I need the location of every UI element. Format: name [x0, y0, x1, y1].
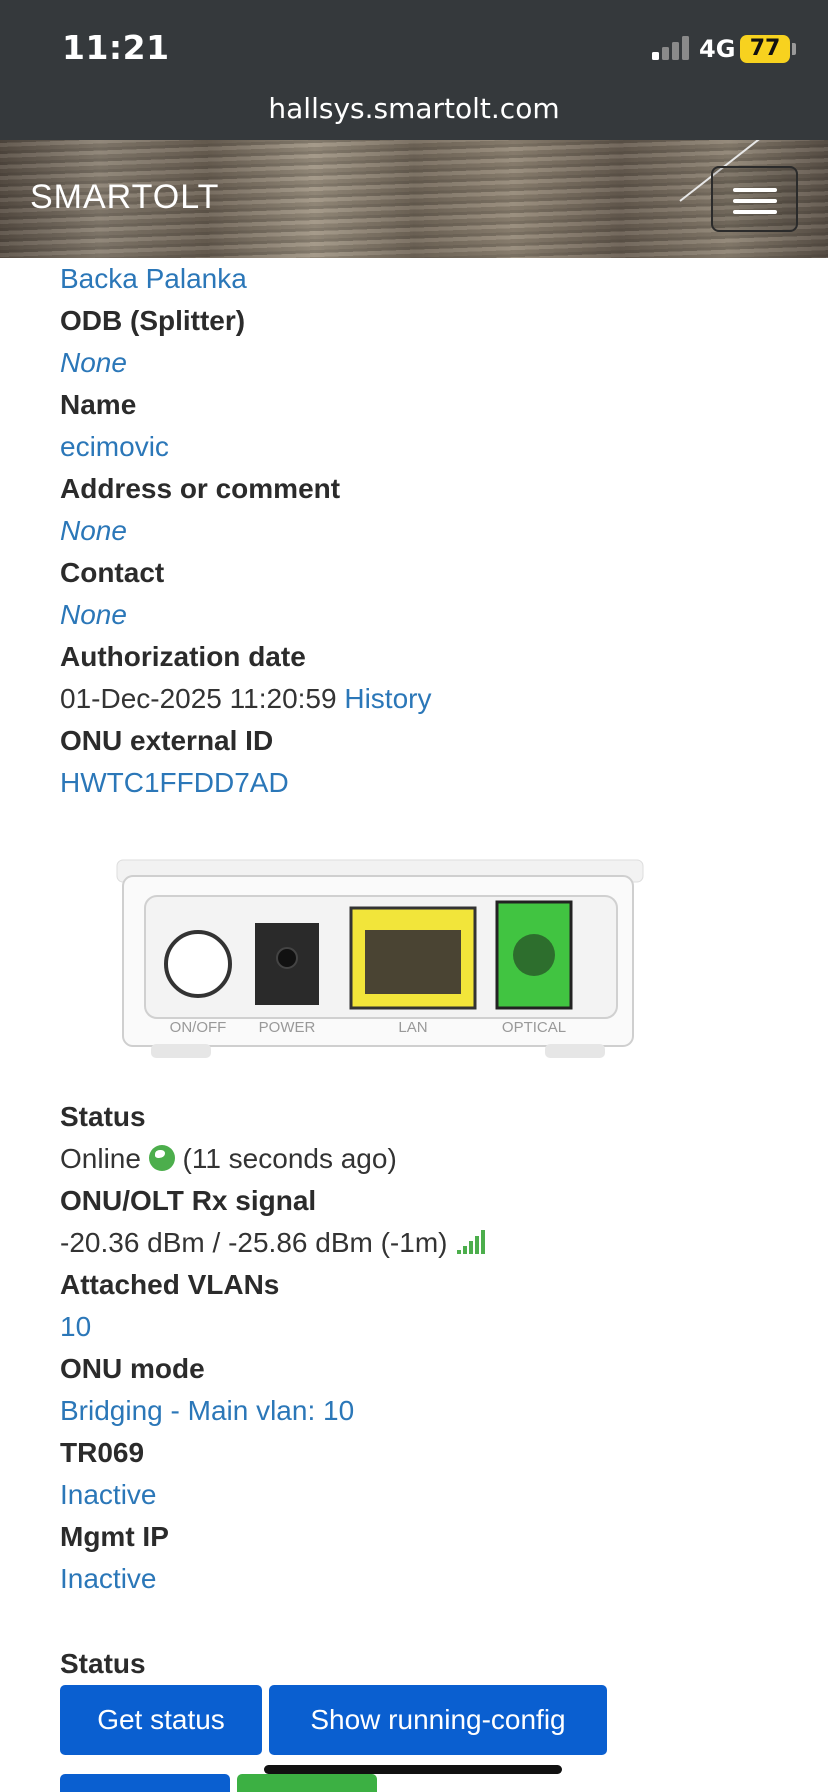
- status-ago: (11 seconds ago): [182, 1143, 397, 1174]
- history-link[interactable]: History: [344, 683, 431, 714]
- onu-details: Backa Palanka ODB (Splitter) None Name e…: [60, 258, 800, 804]
- mgmt-ip-value[interactable]: Inactive: [60, 1558, 800, 1600]
- tr069-label: TR069: [60, 1437, 145, 1468]
- signal-label: ONU/OLT Rx signal: [60, 1185, 317, 1216]
- odb-label: ODB (Splitter): [60, 305, 246, 336]
- external-id-value[interactable]: HWTC1FFDD7AD: [60, 762, 800, 804]
- contact-label: Contact: [60, 557, 165, 588]
- get-status-button[interactable]: Get status: [60, 1685, 262, 1755]
- status-label: Status: [60, 1101, 146, 1132]
- name-label: Name: [60, 389, 137, 420]
- home-indicator[interactable]: [264, 1765, 562, 1774]
- onu-mode-value[interactable]: Bridging - Main vlan: 10: [60, 1390, 800, 1432]
- vlans-value[interactable]: 10: [60, 1306, 800, 1348]
- onu-mode-label: ONU mode: [60, 1353, 205, 1384]
- auth-date-value: 01-Dec-2025 11:20:59: [60, 683, 337, 714]
- signal-row: -20.36 dBm / -25.86 dBm (-1m): [60, 1222, 800, 1264]
- status-value: Online: [60, 1143, 141, 1174]
- port-label-onoff: ON/OFF: [170, 1019, 227, 1036]
- contact-value[interactable]: None: [60, 594, 800, 636]
- port-label-lan: LAN: [398, 1019, 427, 1036]
- address-value[interactable]: None: [60, 510, 800, 552]
- cellular-signal-icon: [652, 34, 692, 60]
- zone-value[interactable]: Backa Palanka: [60, 258, 800, 300]
- tr069-value[interactable]: Inactive: [60, 1474, 800, 1516]
- port-label-power: POWER: [259, 1019, 316, 1036]
- menu-toggle-button[interactable]: [711, 166, 798, 232]
- onu-device-image: ON/OFF POWER LAN OPTICAL: [116, 859, 644, 1058]
- partial-button-blue[interactable]: [60, 1774, 230, 1792]
- battery-icon: 77: [740, 35, 790, 63]
- actions-section-label: Status: [60, 1648, 146, 1679]
- brand-logo[interactable]: SMARTOLT: [30, 178, 219, 217]
- status-row: Online (11 seconds ago): [60, 1138, 800, 1180]
- url-bar[interactable]: hallsys.smartolt.com: [0, 92, 828, 125]
- vlans-label: Attached VLANs: [60, 1269, 280, 1300]
- auth-date-label: Authorization date: [60, 641, 306, 672]
- odb-value[interactable]: None: [60, 342, 800, 384]
- address-label: Address or comment: [60, 473, 341, 504]
- battery-nub: [792, 43, 796, 55]
- signal-bars-icon: [457, 1230, 487, 1254]
- show-running-config-button[interactable]: Show running-config: [269, 1685, 607, 1755]
- port-label-optical: OPTICAL: [502, 1019, 566, 1036]
- network-type: 4G: [699, 35, 736, 63]
- app-navbar: SMARTOLT: [0, 140, 828, 258]
- auth-date-row: 01-Dec-2025 11:20:59 History: [60, 678, 800, 720]
- name-value[interactable]: ecimovic: [60, 426, 800, 468]
- partial-button-green[interactable]: [237, 1774, 377, 1792]
- status-and-url-bar: 11:21 4G 77 hallsys.smartolt.com: [0, 0, 828, 140]
- signal-value: -20.36 dBm / -25.86 dBm (-1m): [60, 1227, 448, 1258]
- mgmt-ip-label: Mgmt IP: [60, 1521, 169, 1552]
- globe-icon: [148, 1145, 175, 1171]
- onu-status: Status Online (11 seconds ago) ONU/OLT R…: [60, 1096, 800, 1600]
- clock: 11:21: [62, 28, 170, 67]
- external-id-label: ONU external ID: [60, 725, 274, 756]
